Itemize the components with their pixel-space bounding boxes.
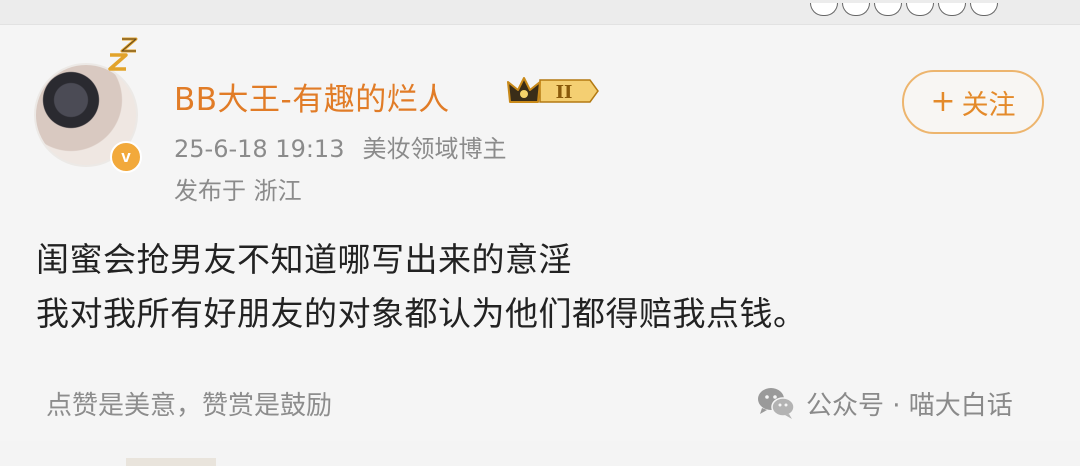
watermark: 公众号 · 喵大白话 [756,383,1013,423]
sleep-zz-icon [108,37,138,71]
follow-button[interactable]: + 关注 [902,70,1044,134]
post-datetime: 25-6-18 19:13 [174,135,345,163]
doodle-shape [970,3,998,16]
post-location: 发布于 浙江 [174,177,302,205]
reward-prompt: 点赞是美意，赞赏是鼓励 [46,391,333,421]
username[interactable]: BB大王-有趣的烂人 [174,74,450,119]
doodle-shape [842,3,870,16]
post-card: v BB大王-有趣的烂人 II 25-6-18 19:13 美妆领域博主 发布于 … [0,25,1080,466]
plus-icon: + [930,84,956,119]
doodle-shape [906,3,934,16]
post-line: 闺蜜会抢男友不知道哪写出来的意淫 [36,240,572,279]
level-badge-label: II [556,82,573,103]
crown-level-badge-icon[interactable]: II [506,74,600,108]
wechat-icon [758,388,795,419]
doodle-shape [874,3,902,16]
verified-badge-icon: v [110,141,142,173]
bottom-image-edge [126,458,216,466]
watermark-text: 公众号 · 喵大白话 [806,390,1013,421]
post-line: 我对我所有好朋友的对象都认为他们都得赔我点钱。 [36,294,807,333]
post-body: 闺蜜会抢男友不知道哪写出来的意淫 我对我所有好朋友的对象都认为他们都得赔我点钱。 [36,233,807,341]
post-meta: 25-6-18 19:13 美妆领域博主 [174,129,506,164]
top-bar [0,0,1080,25]
avatar-container[interactable]: v [34,37,142,173]
decorative-doodle-strip [810,0,1010,16]
user-role: 美妆领域博主 [362,135,507,163]
doodle-shape [810,3,838,16]
follow-label: 关注 [961,89,1016,121]
doodle-shape [938,3,966,16]
